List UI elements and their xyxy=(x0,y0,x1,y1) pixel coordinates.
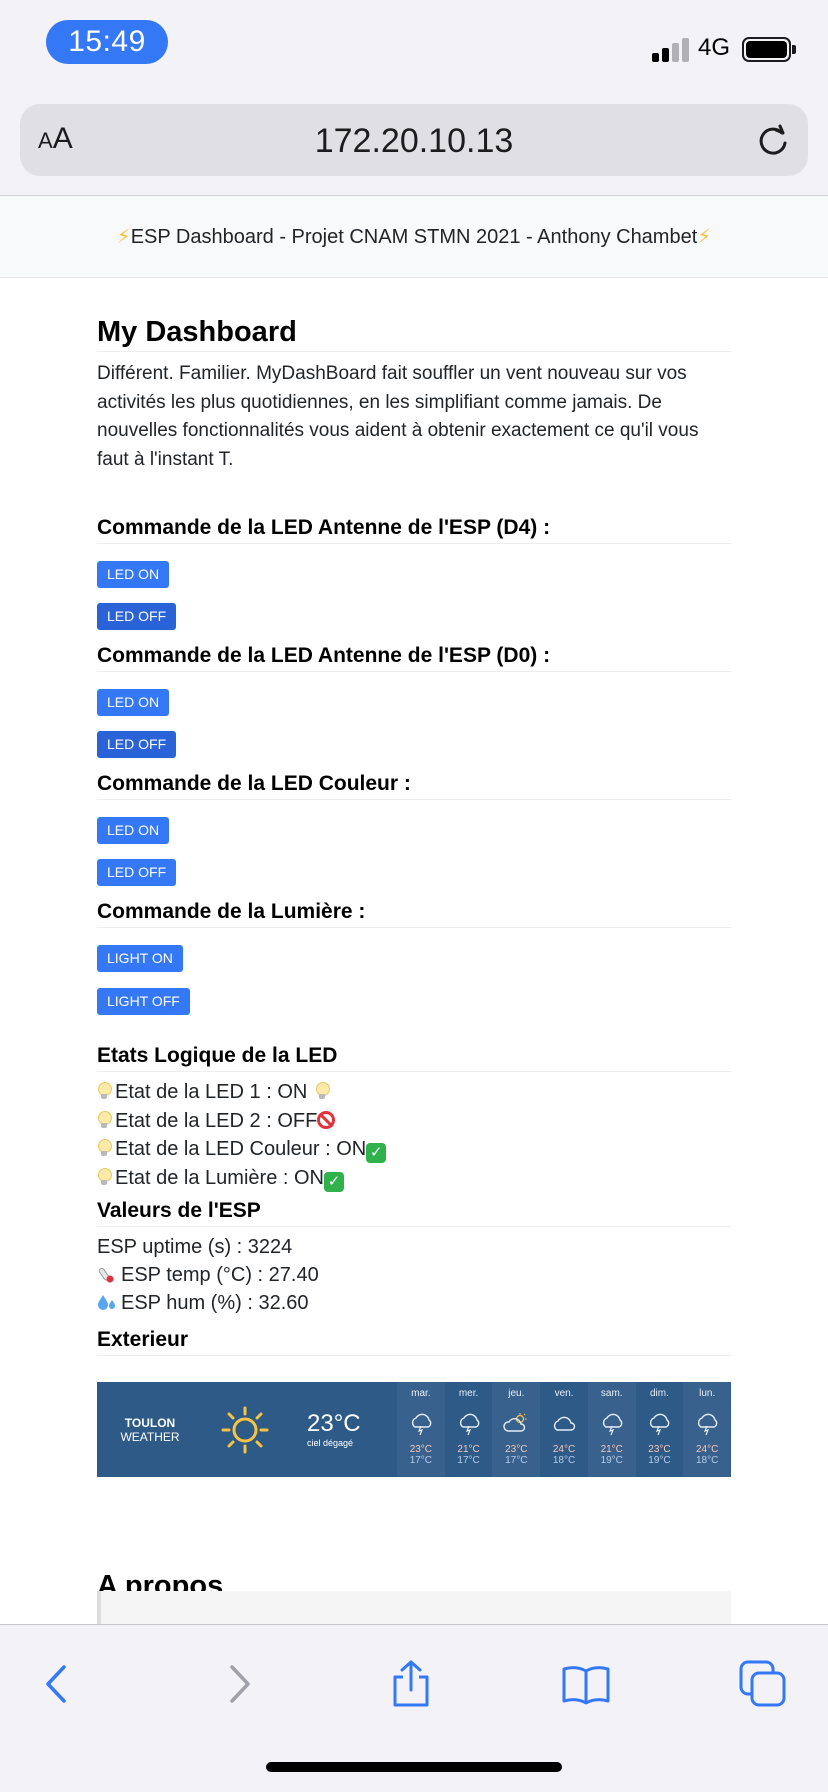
sweat-droplets-icon xyxy=(98,1295,115,1310)
browser-address-area: AA 172.20.10.13 xyxy=(0,92,828,196)
exterior-title: Exterieur xyxy=(97,1328,731,1356)
forecast-day: sam. 21°C 19°C xyxy=(587,1382,636,1477)
battery-icon xyxy=(742,37,796,62)
status-bar: 15:49 4G xyxy=(0,0,828,92)
weather-forecast: mar. 23°C 17°C mer. 21°C 17°C jeu. 23°C … xyxy=(397,1382,731,1477)
led-color-on-button[interactable]: LED ON xyxy=(97,817,170,844)
state-led-1: Etat de la LED 1 : ON xyxy=(97,1081,333,1104)
section-title-led-d4: Commande de la LED Antenne de l'ESP (D4)… xyxy=(97,516,731,544)
rain-cloud-icon xyxy=(698,1413,718,1436)
intro-paragraph: Différent. Familier. MyDashBoard fait so… xyxy=(97,363,699,470)
led-d4-on-button[interactable]: LED ON xyxy=(97,561,170,588)
thermometer-icon xyxy=(98,1267,114,1283)
state-light: Etat de la Lumière : ON ✓ xyxy=(97,1167,344,1192)
led-d0-on-button[interactable]: LED ON xyxy=(97,689,170,716)
back-icon[interactable] xyxy=(34,1659,84,1709)
prohibited-icon xyxy=(317,1111,336,1129)
bolt-icon: ⚡ xyxy=(116,226,131,248)
weather-widget[interactable]: TOULON WEATHER 23°C ciel dégagé mar. 23°C xyxy=(97,1382,731,1477)
forecast-day: dim. 23°C 19°C xyxy=(648,1388,671,1466)
status-time[interactable]: 15:49 xyxy=(46,20,168,64)
weather-description: ciel dégagé xyxy=(307,1438,354,1448)
forward-icon[interactable] xyxy=(212,1659,262,1709)
bookmarks-icon[interactable] xyxy=(561,1659,611,1709)
address-bar[interactable]: AA 172.20.10.13 xyxy=(20,104,808,176)
bolt-icon: ⚡ xyxy=(697,226,712,248)
weather-city: TOULON WEATHER xyxy=(120,1416,180,1444)
led-color-off-button[interactable]: LED OFF xyxy=(97,859,177,886)
reload-icon[interactable] xyxy=(756,124,790,158)
forecast-day: mer. 21°C 17°C xyxy=(457,1388,480,1466)
check-mark-icon: ✓ xyxy=(366,1143,387,1163)
forecast-day: jeu. 23°C 17°C xyxy=(492,1382,541,1477)
lightbulb-icon xyxy=(97,1168,112,1186)
tabs-icon[interactable] xyxy=(738,1659,788,1709)
forecast-day: mar. 23°C 17°C xyxy=(397,1382,445,1477)
light-off-button[interactable]: LIGHT OFF xyxy=(97,988,190,1015)
section-title-led-color: Commande de la LED Couleur : xyxy=(97,772,731,800)
esp-values-title: Valeurs de l'ESP xyxy=(97,1199,731,1227)
cell-signal-icon xyxy=(652,36,690,62)
rain-cloud-icon xyxy=(411,1413,432,1436)
lightbulb-icon xyxy=(97,1111,112,1129)
states-title: Etats Logique de la LED xyxy=(97,1044,731,1072)
esp-humidity: ESP hum (%) : 32.60 xyxy=(97,1292,309,1315)
rain-cloud-icon xyxy=(602,1413,623,1436)
forecast-day: lun. 24°C 18°C xyxy=(683,1382,731,1477)
forecast-day: ven. 24°C 18°C xyxy=(552,1388,576,1466)
share-icon[interactable] xyxy=(386,1659,436,1709)
section-title-light: Commande de la Lumière : xyxy=(97,900,731,928)
lightbulb-icon xyxy=(97,1139,112,1157)
lightbulb-icon xyxy=(97,1082,112,1100)
sun-cloud-icon xyxy=(503,1413,527,1432)
light-on-button[interactable]: LIGHT ON xyxy=(97,945,183,972)
rain-cloud-icon xyxy=(650,1413,670,1436)
led-d0-off-button[interactable]: LED OFF xyxy=(97,731,177,758)
cloud-icon xyxy=(553,1416,576,1431)
site-title: ⚡ESP Dashboard - Projet CNAM STMN 2021 -… xyxy=(116,226,712,248)
site-header: ⚡ESP Dashboard - Projet CNAM STMN 2021 -… xyxy=(0,196,828,278)
screen: 15:49 4G AA 172.20.10.13 ⚡ESP Dashboard xyxy=(0,0,828,1792)
weather-current-temp: 23°C xyxy=(307,1410,361,1437)
home-indicator[interactable] xyxy=(266,1762,562,1772)
led-d4-off-button[interactable]: LED OFF xyxy=(97,603,177,630)
esp-uptime: ESP uptime (s) : 3224 xyxy=(97,1236,293,1258)
state-led-color: Etat de la LED Couleur : ON ✓ xyxy=(97,1138,387,1163)
url-text[interactable]: 172.20.10.13 xyxy=(20,122,808,161)
sun-icon xyxy=(221,1406,269,1454)
section-title-led-d0: Commande de la LED Antenne de l'ESP (D0)… xyxy=(97,644,731,672)
page-title: My Dashboard xyxy=(97,316,731,352)
rain-cloud-icon xyxy=(459,1413,479,1436)
esp-temp: ESP temp (°C) : 27.40 xyxy=(97,1264,319,1287)
lightbulb-icon xyxy=(315,1082,330,1100)
network-type: 4G xyxy=(698,34,731,61)
check-mark-icon: ✓ xyxy=(323,1172,344,1192)
state-led-2: Etat de la LED 2 : OFF xyxy=(97,1110,336,1133)
